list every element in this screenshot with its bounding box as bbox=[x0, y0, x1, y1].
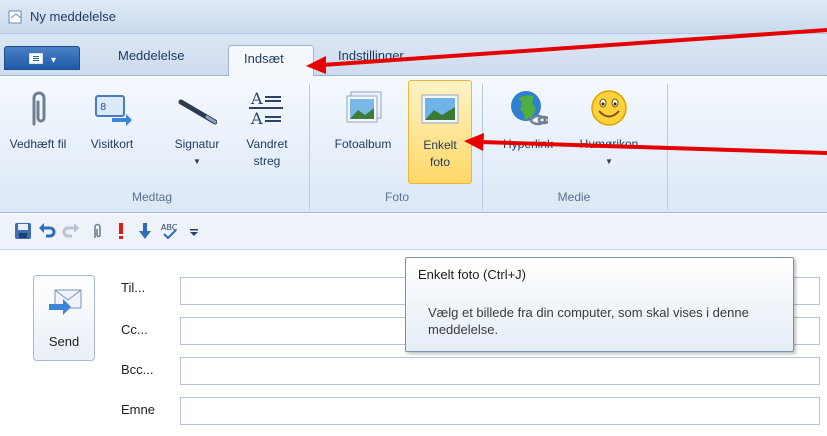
svg-text:8: 8 bbox=[100, 102, 106, 113]
spellcheck-icon[interactable]: ABC bbox=[160, 222, 178, 240]
group-label-medtag: Medtag bbox=[131, 190, 173, 204]
new-message-icon bbox=[8, 10, 22, 24]
chevron-down-icon: ▼ bbox=[605, 157, 613, 166]
bcc-label[interactable]: Bcc... bbox=[121, 362, 154, 377]
title-bar: Ny meddelelse bbox=[0, 0, 827, 34]
svg-text:A: A bbox=[250, 109, 263, 128]
globe-link-icon bbox=[511, 91, 548, 126]
chevron-down-icon: ▾ bbox=[51, 55, 57, 66]
group-label-medie: Medie bbox=[557, 190, 591, 204]
group-divider bbox=[309, 84, 310, 210]
redo-icon[interactable] bbox=[62, 222, 80, 240]
send-mail-icon bbox=[49, 289, 82, 315]
tab-indsaet[interactable]: Indsæt bbox=[228, 45, 314, 77]
menu-icon bbox=[29, 53, 43, 64]
photo-album-icon bbox=[346, 91, 382, 123]
to-label[interactable]: Til... bbox=[121, 280, 145, 295]
chevron-down-icon: ▼ bbox=[193, 157, 201, 166]
tab-indstillinger[interactable]: Indstillinger bbox=[338, 48, 404, 63]
send-button[interactable]: Send bbox=[33, 275, 95, 361]
button-label: Humørikon ▼ bbox=[568, 136, 650, 170]
group-label-foto: Foto bbox=[384, 190, 409, 204]
button-label: Visitkort bbox=[90, 137, 134, 151]
ribbon-tab-bar: ▾ Meddelelse Indsæt Indstillinger bbox=[0, 34, 827, 77]
business-card-button[interactable]: 8 Visitkort bbox=[76, 80, 148, 184]
button-label: Hyperlink bbox=[502, 137, 553, 151]
horizontal-line-button[interactable]: A A Vandret streg bbox=[236, 80, 298, 184]
attach-icon[interactable] bbox=[88, 222, 106, 240]
hyperlink-button[interactable]: Hyperlink bbox=[488, 80, 568, 184]
tooltip-title: Enkelt foto (Ctrl+J) bbox=[418, 267, 527, 282]
tab-meddelelse[interactable]: Meddelelse bbox=[118, 48, 185, 63]
paperclip-icon bbox=[32, 91, 46, 126]
single-photo-icon bbox=[421, 94, 459, 124]
photo-album-button[interactable]: Fotoalbum bbox=[318, 80, 408, 184]
quick-access-toolbar: ABC bbox=[0, 214, 827, 250]
ribbon-panel: Vedhæft fil 8 Visitkort Signatur ▼ A A V… bbox=[0, 76, 827, 213]
window-title: Ny meddelelse bbox=[30, 9, 116, 24]
single-photo-button[interactable]: Enkelt foto bbox=[408, 80, 472, 184]
low-priority-icon[interactable] bbox=[136, 222, 154, 240]
emoticon-button[interactable]: Humørikon ▼ bbox=[568, 80, 650, 184]
button-label: Enkelt foto bbox=[423, 138, 457, 169]
business-card-icon: 8 bbox=[95, 95, 132, 126]
svg-text:A: A bbox=[250, 89, 263, 108]
emoticon-label: Humørikon bbox=[579, 137, 639, 151]
group-divider bbox=[667, 84, 668, 210]
button-label: Fotoalbum bbox=[334, 137, 392, 151]
button-label: Vedhæft fil bbox=[9, 137, 67, 151]
save-icon[interactable] bbox=[14, 222, 32, 240]
smiley-icon bbox=[591, 90, 627, 126]
signature-button[interactable]: Signatur ▼ bbox=[158, 80, 236, 184]
application-menu-button[interactable]: ▾ bbox=[4, 46, 80, 70]
group-divider bbox=[482, 84, 483, 210]
subject-field[interactable] bbox=[180, 397, 820, 425]
button-label: Signatur ▼ bbox=[158, 136, 236, 170]
attach-file-button[interactable]: Vedhæft fil bbox=[2, 80, 74, 184]
undo-icon[interactable] bbox=[38, 222, 56, 240]
subject-label: Emne bbox=[121, 402, 155, 417]
cc-label[interactable]: Cc... bbox=[121, 322, 148, 337]
customize-icon[interactable] bbox=[186, 222, 204, 240]
tooltip-body: Vælg et billede fra din computer, som sk… bbox=[428, 305, 749, 337]
pen-icon bbox=[178, 99, 217, 125]
horizontal-line-icon: A A bbox=[249, 89, 283, 128]
tab-label: Indsæt bbox=[244, 51, 284, 66]
tooltip: Enkelt foto (Ctrl+J) Vælg et billede fra… bbox=[405, 257, 794, 352]
bcc-field[interactable] bbox=[180, 357, 820, 385]
send-label: Send bbox=[48, 334, 80, 349]
high-priority-icon[interactable] bbox=[112, 222, 130, 240]
button-label: Vandret streg bbox=[246, 137, 288, 168]
signature-label: Signatur bbox=[174, 137, 220, 151]
